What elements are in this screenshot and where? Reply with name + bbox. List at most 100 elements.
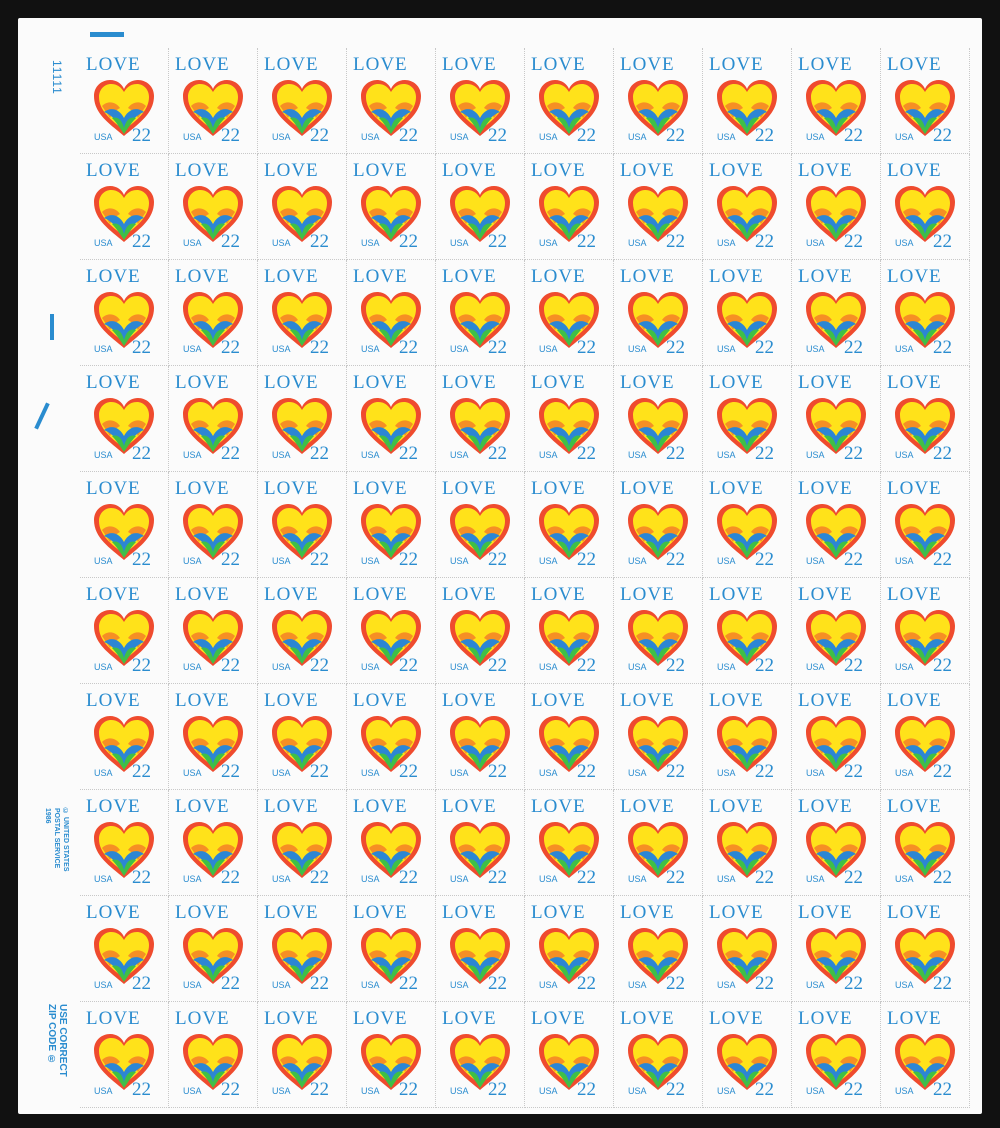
stamp-title: LOVE [887, 266, 942, 287]
stamp-title: LOVE [442, 372, 497, 393]
stamp-country: USA [628, 450, 647, 460]
stamp: LOVE USA 22 [169, 1002, 258, 1108]
stamp: LOVE USA 22 [347, 1002, 436, 1108]
stamp-title: LOVE [175, 690, 230, 711]
stamp-country: USA [94, 344, 113, 354]
stamp-denomination: 22 [666, 443, 685, 464]
stamp-country: USA [895, 980, 914, 990]
stamp-denomination: 22 [399, 867, 418, 888]
stamp-title: LOVE [531, 584, 586, 605]
stamp: LOVE USA 22 [703, 684, 792, 790]
stamp-country: USA [628, 768, 647, 778]
stamp-denomination: 22 [844, 655, 863, 676]
stamp-title: LOVE [264, 1008, 319, 1029]
stamp-denomination: 22 [755, 1079, 774, 1100]
stamp-title: LOVE [620, 902, 675, 923]
stamp-denomination: 22 [844, 443, 863, 464]
stamp-title: LOVE [175, 902, 230, 923]
stamp-title: LOVE [620, 584, 675, 605]
stamp-denomination: 22 [577, 549, 596, 570]
stamp: LOVE USA 22 [703, 366, 792, 472]
stamp: LOVE USA 22 [436, 578, 525, 684]
stamp-country: USA [450, 344, 469, 354]
stamp-denomination: 22 [755, 231, 774, 252]
stamp: LOVE USA 22 [614, 472, 703, 578]
stamp: LOVE USA 22 [80, 366, 169, 472]
stamp-country: USA [450, 1086, 469, 1096]
stamp-country: USA [895, 450, 914, 460]
stamp: LOVE USA 22 [169, 154, 258, 260]
stamp-denomination: 22 [221, 973, 240, 994]
stamp: LOVE USA 22 [703, 154, 792, 260]
stamp-denomination: 22 [488, 655, 507, 676]
stamp-denomination: 22 [577, 231, 596, 252]
stamp-denomination: 22 [755, 337, 774, 358]
stamp-denomination: 22 [755, 549, 774, 570]
stamp-denomination: 22 [488, 549, 507, 570]
stamp-denomination: 22 [132, 973, 151, 994]
stamp: LOVE USA 22 [347, 684, 436, 790]
stamp: LOVE USA 22 [614, 154, 703, 260]
stamp: LOVE USA 22 [347, 48, 436, 154]
stamp-denomination: 22 [221, 867, 240, 888]
stamp: LOVE USA 22 [614, 48, 703, 154]
stamp-title: LOVE [175, 478, 230, 499]
stamp-country: USA [361, 238, 380, 248]
stamp-title: LOVE [264, 690, 319, 711]
stamp: LOVE USA 22 [169, 260, 258, 366]
stamp-title: LOVE [531, 1008, 586, 1029]
stamp: LOVE USA 22 [703, 790, 792, 896]
stamp-title: LOVE [798, 478, 853, 499]
stamp: LOVE USA 22 [703, 896, 792, 1002]
stamp-title: LOVE [264, 54, 319, 75]
stamp: LOVE USA 22 [525, 896, 614, 1002]
stamp-denomination: 22 [132, 867, 151, 888]
stamp-denomination: 22 [755, 761, 774, 782]
stamp-denomination: 22 [844, 761, 863, 782]
stamp-denomination: 22 [310, 867, 329, 888]
stamp-denomination: 22 [221, 231, 240, 252]
stamp-country: USA [272, 874, 291, 884]
stamp-title: LOVE [86, 796, 141, 817]
stamp-country: USA [272, 768, 291, 778]
stamp-title: LOVE [798, 902, 853, 923]
stamp: LOVE USA 22 [169, 48, 258, 154]
stamp-title: LOVE [442, 54, 497, 75]
stamp-country: USA [806, 874, 825, 884]
stamp-country: USA [272, 662, 291, 672]
stamp-denomination: 22 [132, 655, 151, 676]
stamp-denomination: 22 [577, 1079, 596, 1100]
stamp-title: LOVE [264, 266, 319, 287]
stamp-denomination: 22 [844, 231, 863, 252]
stamp: LOVE USA 22 [881, 260, 970, 366]
stamp-title: LOVE [798, 690, 853, 711]
stamp: LOVE USA 22 [525, 48, 614, 154]
stamp-denomination: 22 [488, 867, 507, 888]
stamp-country: USA [361, 980, 380, 990]
stamp-title: LOVE [709, 160, 764, 181]
stamp-country: USA [94, 1086, 113, 1096]
zip-code-inscription: USE CORRECT ZIP CODE ® [46, 1004, 68, 1077]
stamp-denomination: 22 [933, 867, 952, 888]
stamp-country: USA [450, 238, 469, 248]
stamp-denomination: 22 [310, 973, 329, 994]
stamp: LOVE USA 22 [525, 790, 614, 896]
stamp-country: USA [94, 980, 113, 990]
stamp-country: USA [450, 768, 469, 778]
stamp-title: LOVE [531, 690, 586, 711]
stamp-country: USA [895, 662, 914, 672]
stamp-country: USA [183, 768, 202, 778]
stamp-denomination: 22 [310, 761, 329, 782]
stamp-denomination: 22 [399, 655, 418, 676]
stamp-title: LOVE [442, 478, 497, 499]
stamp-country: USA [806, 980, 825, 990]
stamp-country: USA [272, 980, 291, 990]
stamp: LOVE USA 22 [614, 366, 703, 472]
stamp-country: USA [94, 662, 113, 672]
stamp-country: USA [628, 556, 647, 566]
stamp-title: LOVE [175, 266, 230, 287]
stamp: LOVE USA 22 [881, 578, 970, 684]
stamp-country: USA [628, 344, 647, 354]
stamp-country: USA [539, 768, 558, 778]
stamp-country: USA [895, 768, 914, 778]
